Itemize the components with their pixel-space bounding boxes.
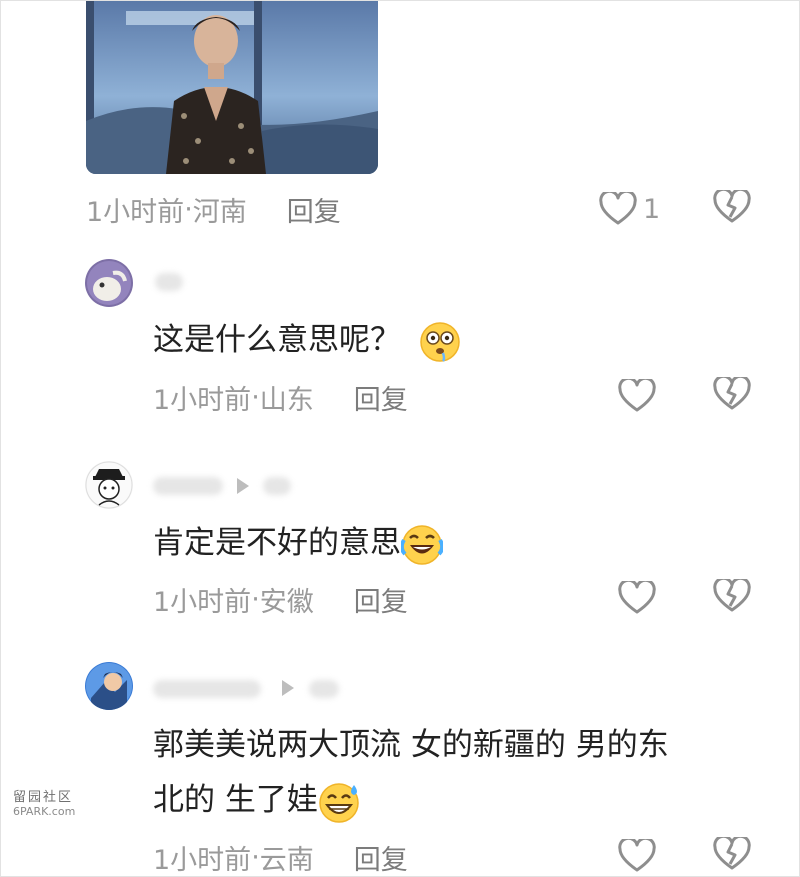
watermark-line2: 6PARK.com xyxy=(13,805,76,818)
meta-separator: · xyxy=(184,193,193,225)
reply-to-arrow-icon xyxy=(282,680,294,696)
meta-separator: · xyxy=(251,381,260,413)
username-blurred[interactable] xyxy=(151,676,351,702)
dislike-button[interactable] xyxy=(713,374,753,417)
dislike-button[interactable] xyxy=(713,187,753,230)
comment-time: 1小时前 xyxy=(153,844,252,876)
watermark-line1: 留园社区 xyxy=(13,790,74,805)
broken-heart-icon xyxy=(713,834,751,870)
dislike-button[interactable] xyxy=(713,834,753,877)
meta-separator: · xyxy=(251,583,260,615)
reply-button[interactable]: 回复 xyxy=(354,838,408,877)
reply-to-arrow-icon xyxy=(237,478,249,494)
comment-location: 河南 xyxy=(192,196,247,228)
sweat-grin-emoji xyxy=(319,782,359,823)
comment-text: 肯定是不好的意思 xyxy=(153,516,443,570)
heart-icon xyxy=(599,192,637,225)
heart-icon xyxy=(618,839,656,872)
comment-meta: 1小时前 · 云南 回复 xyxy=(153,837,408,877)
drooling-face-emoji xyxy=(420,321,460,362)
broken-heart-icon xyxy=(713,576,751,612)
comment-time: 1小时前 xyxy=(86,196,185,228)
comment-location: 山东 xyxy=(259,384,314,416)
like-button[interactable] xyxy=(618,376,656,416)
comment-text: 郭美美说两大顶流 女的新疆的 男的东 xyxy=(153,727,669,763)
like-count: 1 xyxy=(643,193,661,225)
laughing-crying-emoji xyxy=(401,524,443,565)
comment-location: 安徽 xyxy=(259,586,314,618)
comment-text: 北的 生了娃 xyxy=(153,773,360,827)
heart-icon xyxy=(618,379,656,412)
heart-icon xyxy=(618,581,656,614)
username-blurred[interactable] xyxy=(151,473,311,499)
meta-separator: · xyxy=(251,841,260,873)
broken-heart-icon xyxy=(713,187,751,223)
comment-meta: 1小时前 · 河南 回复 xyxy=(86,189,341,229)
comment-image[interactable] xyxy=(86,1,378,174)
like-button[interactable] xyxy=(618,836,656,876)
comment-meta: 1小时前 · 安徽 回复 xyxy=(153,579,408,619)
comment-meta: 1小时前 · 山东 回复 xyxy=(153,377,408,417)
reply-button[interactable]: 回复 xyxy=(287,190,341,229)
comment-time: 1小时前 xyxy=(153,384,252,416)
dislike-button[interactable] xyxy=(713,576,753,619)
avatar[interactable] xyxy=(85,461,133,509)
avatar[interactable] xyxy=(85,259,133,307)
avatar[interactable] xyxy=(85,662,133,710)
reply-button[interactable]: 回复 xyxy=(354,378,408,417)
like-button[interactable]: 1 xyxy=(599,189,660,229)
like-button[interactable] xyxy=(618,578,656,618)
comment-location: 云南 xyxy=(259,844,314,876)
comment-text: 这是什么意思呢？ xyxy=(153,313,461,367)
username-blurred[interactable] xyxy=(151,269,191,295)
comment-time: 1小时前 xyxy=(153,586,252,618)
comment-thread: 1小时前 · 河南 回复 1 这是什么意思呢？ 1小时前 · 山东 回复 肯定是… xyxy=(0,0,800,877)
reply-button[interactable]: 回复 xyxy=(354,580,408,619)
broken-heart-icon xyxy=(713,374,751,410)
watermark: 留园社区 6PARK.com xyxy=(13,786,91,818)
